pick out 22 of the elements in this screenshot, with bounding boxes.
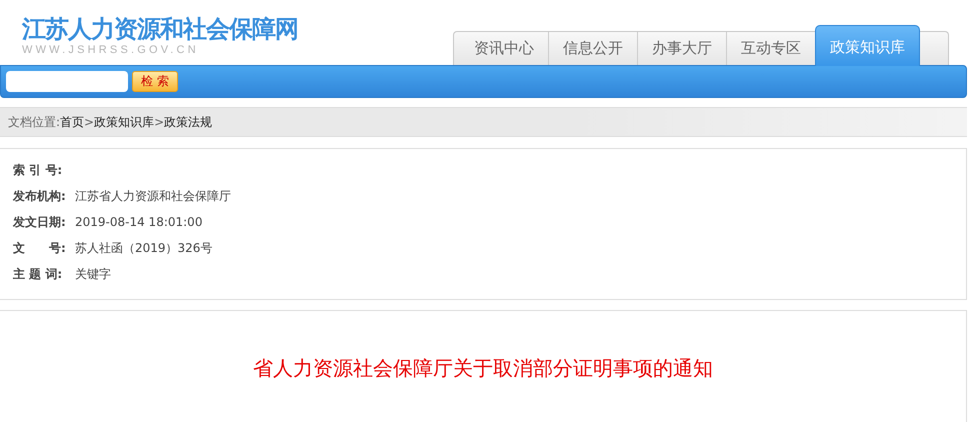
breadcrumb-separator: > <box>84 115 94 129</box>
field-label: 发布机构: <box>13 188 67 204</box>
field-label: 发文日期: <box>13 214 67 230</box>
breadcrumb-separator: > <box>154 115 164 129</box>
field-label: 文 号: <box>13 240 67 256</box>
document-title: 省人力资源社会保障厅关于取消部分证明事项的通知 <box>253 355 713 382</box>
site-url: WWW.JSHRSS.GOV.CN <box>22 44 200 56</box>
field-value: 关键字 <box>75 266 111 282</box>
breadcrumb-label: 文档位置: <box>8 114 60 130</box>
breadcrumb-link[interactable]: 首页 <box>60 114 84 130</box>
breadcrumb-link[interactable]: 政策法规 <box>164 114 212 130</box>
nav-tab[interactable]: 政策知识库 <box>815 25 920 66</box>
breadcrumb-link[interactable]: 政策知识库 <box>94 114 154 130</box>
field-value: 2019-08-14 18:01:00 <box>75 215 202 229</box>
field-value: 苏人社函（2019）326号 <box>75 240 212 256</box>
search-button[interactable]: 检 索 <box>132 71 178 92</box>
search-field[interactable] <box>6 71 128 92</box>
site-logo-title: 江苏人力资源和社会保障网 <box>22 14 298 44</box>
field-label: 索 引 号: <box>13 162 64 178</box>
field-label: 主 题 词: <box>13 266 64 282</box>
field-value: 江苏省人力资源和社会保障厅 <box>75 188 231 204</box>
nav-tab[interactable]: 资讯中心 <box>460 32 548 65</box>
